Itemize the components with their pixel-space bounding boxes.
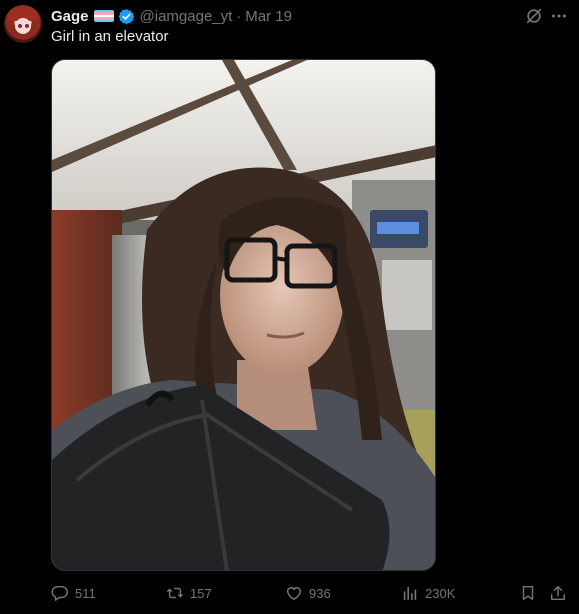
author-handle[interactable]: @iamgage_yt: [140, 8, 233, 25]
reply-icon: [51, 585, 68, 601]
avatar-eye-right: [25, 24, 29, 28]
heart-icon: [286, 587, 302, 601]
retweet-icon: [166, 587, 184, 599]
avatar-eye-left: [18, 24, 22, 28]
views-icon: [403, 586, 417, 601]
author-name[interactable]: Gage: [51, 8, 89, 25]
verified-badge-icon[interactable]: [118, 8, 135, 25]
grok-icon[interactable]: [525, 7, 543, 25]
tweet-media-image[interactable]: [51, 59, 436, 571]
retweet-button[interactable]: 157: [166, 582, 212, 604]
tweet-actions: 511 157 936 230K: [51, 582, 571, 604]
flag-emoji-icon: [93, 10, 114, 22]
retweet-count: 157: [190, 585, 212, 601]
tweet-text: Girl in an elevator: [51, 28, 169, 45]
share-icon: [550, 585, 566, 601]
elevator-selfie-photo: [52, 60, 435, 570]
views-count: 230K: [425, 585, 456, 601]
avatar[interactable]: [4, 5, 42, 43]
like-button[interactable]: 936: [285, 582, 331, 604]
bookmark-icon: [522, 585, 534, 601]
reply-count: 511: [75, 585, 96, 601]
bookmark-button[interactable]: [519, 582, 543, 604]
separator-dot: ·: [236, 7, 242, 25]
tweet: Gage @iamgage_yt · Mar 19 Girl in an ele…: [0, 0, 579, 614]
views-button[interactable]: 230K: [401, 582, 455, 604]
tweet-header: Gage @iamgage_yt · Mar 19: [51, 6, 292, 26]
share-button[interactable]: [549, 582, 573, 604]
reply-button[interactable]: 511: [51, 582, 96, 604]
more-icon[interactable]: [550, 7, 568, 25]
tweet-date[interactable]: Mar 19: [245, 8, 292, 25]
like-count: 936: [309, 585, 331, 601]
